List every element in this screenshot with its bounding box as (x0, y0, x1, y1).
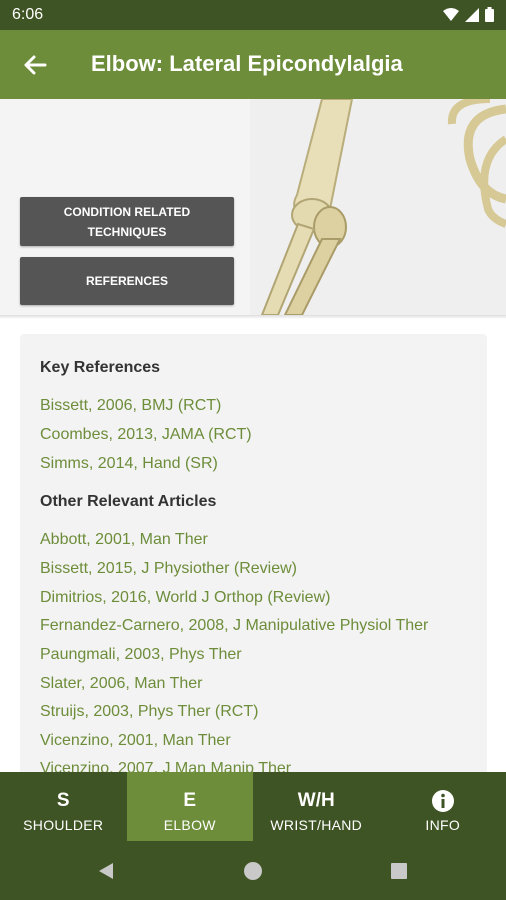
reference-link[interactable]: Paungmali, 2003, Phys Ther (40, 646, 242, 664)
tab-label: INFO (425, 817, 461, 833)
references-button[interactable]: REFERENCES (20, 257, 234, 305)
reference-link[interactable]: Dimitrios, 2016, World J Orthop (Review) (40, 589, 330, 607)
other-articles-heading: Other Relevant Articles (40, 493, 217, 510)
elbow-glyph: E (183, 790, 197, 811)
key-references-heading: Key References (40, 359, 161, 376)
tab-label: SHOULDER (23, 817, 104, 833)
reference-link[interactable]: Abbott, 2001, Man Ther (40, 531, 208, 549)
reference-link[interactable]: Simms, 2014, Hand (SR) (40, 455, 218, 473)
references-card: Key References Bissett, 2006, BMJ (RCT) … (20, 334, 487, 784)
app-bar: Elbow: Lateral Epicondylalgia (0, 30, 506, 99)
condition-techniques-button[interactable]: CONDITION RELATED TECHNIQUES (20, 197, 234, 246)
tab-wrist-hand[interactable]: W/H WRIST/HAND (253, 772, 380, 841)
back-arrow-icon[interactable] (20, 50, 50, 80)
recents-square-icon[interactable] (390, 862, 408, 880)
system-navigation-bar (0, 841, 506, 900)
status-bar: 6:06 (0, 0, 506, 30)
reference-link[interactable]: Bissett, 2015, J Physiother (Review) (40, 560, 297, 578)
reference-link[interactable]: Bissett, 2006, BMJ (RCT) (40, 397, 221, 415)
status-time: 6:06 (12, 6, 44, 23)
tab-label: WRIST/HAND (270, 817, 363, 833)
back-triangle-icon[interactable] (96, 861, 116, 881)
reference-link[interactable]: Struijs, 2003, Phys Ther (RCT) (40, 703, 258, 721)
home-circle-icon[interactable] (243, 861, 263, 881)
battery-icon (485, 7, 494, 22)
tab-info[interactable]: INFO (380, 772, 506, 841)
reference-link[interactable]: Fernandez-Carnero, 2008, J Manipulative … (40, 617, 428, 635)
reference-link[interactable]: Slater, 2006, Man Ther (40, 675, 202, 693)
wifi-icon (443, 7, 459, 21)
reference-link[interactable]: Coombes, 2013, JAMA (RCT) (40, 426, 252, 444)
tab-label: ELBOW (163, 817, 216, 833)
page-title: Elbow: Lateral Epicondylalgia (91, 51, 403, 76)
bottom-navigation: S SHOULDER E ELBOW W/H WRIST/HAND INFO (0, 772, 506, 841)
tab-elbow[interactable]: E ELBOW (126, 772, 253, 841)
signal-icon (465, 7, 479, 22)
info-icon (431, 790, 454, 812)
tab-shoulder[interactable]: S SHOULDER (0, 772, 127, 841)
hero-section: CONDITION RELATED TECHNIQUES REFERENCES (0, 99, 506, 315)
shoulder-glyph: S (56, 790, 70, 811)
wrist-hand-glyph: W/H (297, 790, 335, 811)
reference-link[interactable]: Vicenzino, 2001, Man Ther (40, 732, 231, 750)
